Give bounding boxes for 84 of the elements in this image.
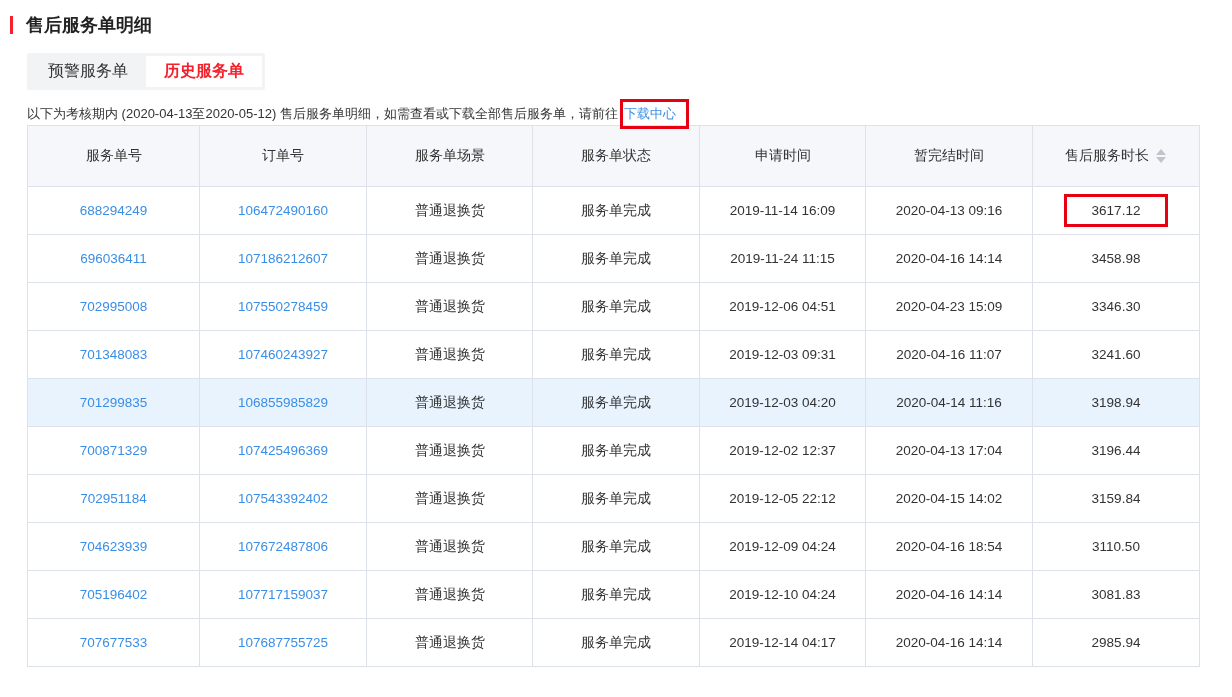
- table-cell: 2985.94: [1032, 618, 1200, 667]
- order-number-link[interactable]: 107186212607: [199, 234, 367, 283]
- table-cell: 服务单完成: [532, 282, 700, 331]
- column-header: 申请时间: [699, 125, 866, 187]
- column-header: 暂完结时间: [865, 125, 1033, 187]
- service-number-link[interactable]: 705196402: [27, 570, 200, 619]
- table-cell: 2019-12-10 04:24: [699, 570, 866, 619]
- table-cell: 服务单完成: [532, 474, 700, 523]
- table-cell: 2019-12-09 04:24: [699, 522, 866, 571]
- service-number-link[interactable]: 704623939: [27, 522, 200, 571]
- service-number-link[interactable]: 707677533: [27, 618, 200, 667]
- tab[interactable]: 历史服务单: [146, 56, 262, 87]
- order-number-link[interactable]: 107550278459: [199, 282, 367, 331]
- table-cell: 3198.94: [1032, 378, 1200, 427]
- service-number-link[interactable]: 702951184: [27, 474, 200, 523]
- notice-text: 以下为考核期内 (2020-04-13至2020-05-12) 售后服务单明细，如需查看或下载全部售后服务单，请前往: [27, 105, 618, 123]
- table-cell: 服务单完成: [532, 570, 700, 619]
- download-center-link[interactable]: 下载中心: [619, 99, 689, 129]
- table-cell: 3617.12: [1032, 186, 1200, 235]
- table-cell: 服务单完成: [532, 618, 700, 667]
- table-cell: 2020-04-16 18:54: [865, 522, 1033, 571]
- order-number-link[interactable]: 107460243927: [199, 330, 367, 379]
- column-header: 服务单号: [27, 125, 200, 187]
- table-cell: 服务单完成: [532, 378, 700, 427]
- sort-icon[interactable]: [1155, 148, 1167, 164]
- order-number-link[interactable]: 106855985829: [199, 378, 367, 427]
- order-number-link[interactable]: 107717159037: [199, 570, 367, 619]
- service-number-link[interactable]: 702995008: [27, 282, 200, 331]
- table-cell: 3110.50: [1032, 522, 1200, 571]
- order-number-link[interactable]: 107425496369: [199, 426, 367, 475]
- table-cell: 2019-12-05 22:12: [699, 474, 866, 523]
- service-number-link[interactable]: 696036411: [27, 234, 200, 283]
- table-cell: 2020-04-15 14:02: [865, 474, 1033, 523]
- column-header: 订单号: [199, 125, 367, 187]
- table-cell: 服务单完成: [532, 330, 700, 379]
- service-number-link[interactable]: 701348083: [27, 330, 200, 379]
- table-cell: 2020-04-16 14:14: [865, 618, 1033, 667]
- table-cell: 普通退换货: [366, 186, 533, 235]
- order-number-link[interactable]: 107543392402: [199, 474, 367, 523]
- table-cell: 2020-04-16 11:07: [865, 330, 1033, 379]
- table-cell: 服务单完成: [532, 186, 700, 235]
- order-number-link[interactable]: 107672487806: [199, 522, 367, 571]
- column-header: 服务单场景: [366, 125, 533, 187]
- table-cell: 2019-12-14 04:17: [699, 618, 866, 667]
- column-header: 服务单状态: [532, 125, 700, 187]
- title-accent-bar: [10, 16, 13, 34]
- table-cell: 2019-12-02 12:37: [699, 426, 866, 475]
- table-cell: 普通退换货: [366, 474, 533, 523]
- table-cell: 普通退换货: [366, 282, 533, 331]
- table-cell: 2020-04-13 09:16: [865, 186, 1033, 235]
- table-cell: 2020-04-16 14:14: [865, 234, 1033, 283]
- table-cell: 3241.60: [1032, 330, 1200, 379]
- table-cell: 服务单完成: [532, 522, 700, 571]
- table-cell: 3159.84: [1032, 474, 1200, 523]
- table-cell: 服务单完成: [532, 426, 700, 475]
- table-cell: 3196.44: [1032, 426, 1200, 475]
- table-cell: 2020-04-14 11:16: [865, 378, 1033, 427]
- table-cell: 普通退换货: [366, 234, 533, 283]
- service-number-link[interactable]: 700871329: [27, 426, 200, 475]
- table-cell: 2020-04-16 14:14: [865, 570, 1033, 619]
- table-cell: 3346.30: [1032, 282, 1200, 331]
- table-cell: 2020-04-13 17:04: [865, 426, 1033, 475]
- table-cell: 普通退换货: [366, 426, 533, 475]
- table-cell: 2019-11-24 11:15: [699, 234, 866, 283]
- table-cell: 3458.98: [1032, 234, 1200, 283]
- service-number-link[interactable]: 688294249: [27, 186, 200, 235]
- tab[interactable]: 预警服务单: [30, 56, 146, 87]
- table-cell: 2019-12-03 09:31: [699, 330, 866, 379]
- table-cell: 2019-12-03 04:20: [699, 378, 866, 427]
- column-header[interactable]: 售后服务时长: [1032, 125, 1200, 187]
- service-number-link[interactable]: 701299835: [27, 378, 200, 427]
- table-cell: 普通退换货: [366, 618, 533, 667]
- table-cell: 普通退换货: [366, 330, 533, 379]
- table-cell: 2020-04-23 15:09: [865, 282, 1033, 331]
- table-cell: 普通退换货: [366, 378, 533, 427]
- table-cell: 3081.83: [1032, 570, 1200, 619]
- table-cell: 2019-12-06 04:51: [699, 282, 866, 331]
- section-title: 售后服务单明细: [26, 14, 152, 37]
- order-number-link[interactable]: 107687755725: [199, 618, 367, 667]
- table-cell: 普通退换货: [366, 570, 533, 619]
- order-number-link[interactable]: 106472490160: [199, 186, 367, 235]
- table-cell: 2019-11-14 16:09: [699, 186, 866, 235]
- table-cell: 服务单完成: [532, 234, 700, 283]
- table-cell: 普通退换货: [366, 522, 533, 571]
